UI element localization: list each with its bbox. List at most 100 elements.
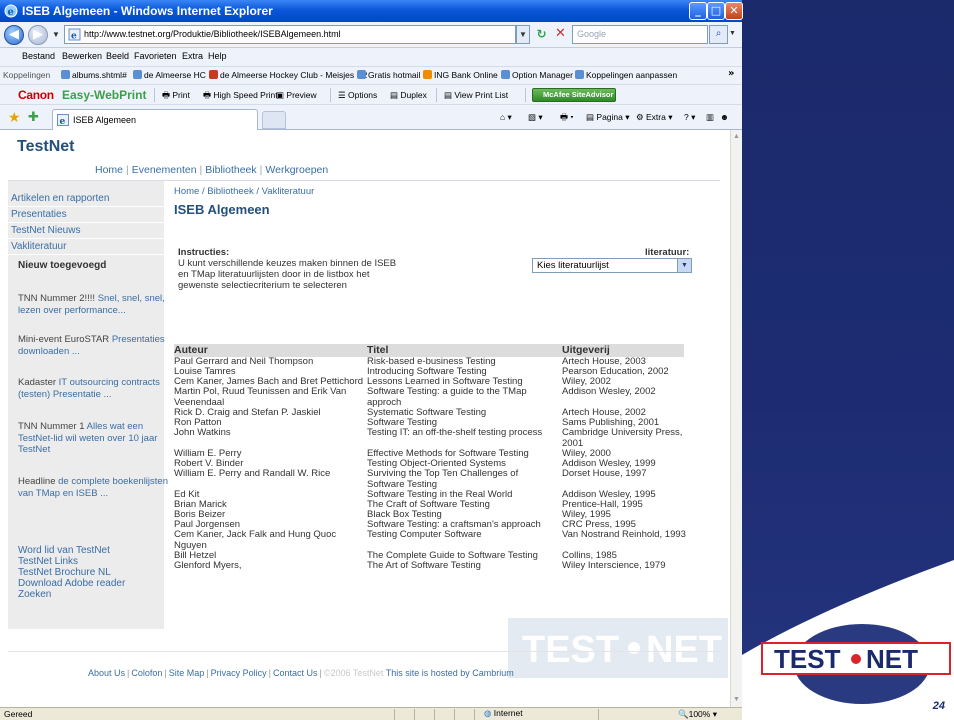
divider (154, 88, 155, 102)
print-button[interactable]: 🖶 Print (162, 90, 190, 104)
link-zoeken[interactable]: Zoeken (18, 589, 51, 600)
menu-bestand[interactable]: Bestand (22, 51, 55, 61)
menu-bewerken[interactable]: Bewerken (62, 51, 102, 61)
sidebar-item-artikelen[interactable]: Artikelen en rapporten (11, 193, 109, 204)
menu-beeld[interactable]: Beeld (106, 51, 129, 61)
link-almeerse-hc[interactable]: de Almeerse HC (133, 70, 206, 80)
button-label: View Print List (454, 90, 509, 100)
chevron-right-icon[interactable]: » (728, 68, 734, 79)
canon-logo: Canon (18, 88, 54, 102)
footer-contact[interactable]: Contact Us (273, 668, 318, 678)
link-word-lid[interactable]: Word lid van TestNet (18, 545, 110, 556)
sidebar-item-nieuws[interactable]: TestNet Nieuws (11, 225, 80, 236)
menu-extra[interactable]: Extra (182, 51, 203, 61)
search-input[interactable]: Google (572, 25, 708, 44)
navigation-bar: ◀ ▶ ▼ e http://www.testnet.org/Produktie… (0, 22, 742, 48)
link-ing[interactable]: ING Bank Online (423, 70, 498, 80)
tools-menu[interactable]: ⚙ Extra ▾ (636, 112, 672, 123)
ie-icon: e (4, 4, 18, 18)
footer: About Us | Colofon | Site Map | Privacy Policy… (88, 668, 514, 678)
news-item: Kadaster IT outsourcing contracts (teste… (18, 377, 168, 400)
zoom-level[interactable]: 🔍100% ▾ (678, 709, 717, 720)
title-bar[interactable]: e ISEB Algemeen - Windows Internet Explo… (0, 0, 743, 22)
stop-icon[interactable]: ✕ (552, 26, 569, 43)
print-icon[interactable]: 🖶 ▾ (560, 112, 574, 126)
link-koppelingen-aanpassen[interactable]: Koppelingen aanpassen (575, 70, 677, 80)
easy-webprint-menu[interactable]: Easy-WebPrint (62, 88, 146, 102)
nav-evenementen[interactable]: Evenementen (132, 164, 197, 176)
high-speed-print-button[interactable]: 🖶 High Speed Print (203, 90, 278, 104)
address-dropdown-icon[interactable]: ▼ (516, 25, 530, 44)
view-print-list-button[interactable]: ▤ View Print List (444, 90, 508, 101)
divider (394, 709, 395, 720)
forward-button[interactable]: ▶ (28, 25, 48, 45)
duplex-button[interactable]: ▤ Duplex (390, 90, 427, 101)
mcafee-siteadvisor-button[interactable]: McAfee SiteAdvisor (532, 88, 616, 102)
cell-publisher: Cambridge University Press, 2001 (562, 427, 683, 449)
link-hotmail[interactable]: Gratis hotmail (357, 70, 420, 80)
research-icon[interactable]: ▥ (706, 112, 714, 123)
chevron-down-icon[interactable]: ▼ (677, 259, 691, 272)
refresh-icon[interactable]: ↻ (533, 26, 550, 43)
close-button[interactable]: ✕ (725, 2, 743, 20)
menu-favorieten[interactable]: Favorieten (134, 51, 177, 61)
cell-author: Martin Pol, Ruud Teunissen and Erik Van … (174, 386, 347, 408)
page-menu[interactable]: ▤ Pagina ▾ (586, 112, 630, 123)
link-almeerse-meisjes[interactable]: de Almeerse Hockey Club - Meisjes C2 (209, 70, 367, 80)
breadcrumb[interactable]: Home / Bibliotheek / Vakliteratuur (174, 186, 314, 197)
back-button[interactable]: ◀ (4, 25, 24, 45)
tab-label: ISEB Algemeen (73, 115, 137, 125)
menu-help[interactable]: Help (208, 51, 227, 61)
link-label: ING Bank Online (434, 70, 498, 80)
messenger-icon[interactable]: ☻ (720, 112, 729, 122)
favorites-star-icon[interactable]: ★ (8, 110, 21, 126)
security-zone[interactable]: ◍ Internet (484, 708, 523, 719)
scroll-down-icon[interactable]: ▼ (731, 693, 742, 707)
help-icon[interactable]: ? ▾ (684, 112, 695, 123)
svg-text:NET: NET (866, 644, 918, 674)
footer-hosted[interactable]: This site is hosted by Cambrium (386, 668, 514, 678)
feeds-icon[interactable]: ▧ ▾ (528, 112, 543, 123)
footer-copyright: ©2006 TestNet (323, 668, 384, 678)
nav-home[interactable]: Home (95, 164, 123, 176)
cell-title: Surviving the Top Ten Challenges of Soft… (367, 468, 519, 490)
scroll-up-icon[interactable]: ▲ (731, 130, 742, 144)
testnet-logo: TEST NET (761, 624, 951, 704)
cell-author: Glenford Myers, (174, 560, 242, 571)
cell-author: John Watkins (174, 427, 231, 438)
link-adobe-reader[interactable]: Download Adobe reader (18, 578, 125, 589)
link-label: de Almeerse Hockey Club - Meisjes C2 (220, 70, 368, 80)
options-button[interactable]: ☰ Options (338, 90, 377, 101)
status-bar: Gereed ◍ Internet 🔍100% ▾ (0, 707, 742, 720)
search-icon[interactable]: ⌕ (709, 25, 728, 44)
address-bar[interactable]: e http://www.testnet.org/Produktie/Bibli… (64, 25, 516, 44)
maximize-button[interactable]: □ (707, 2, 725, 20)
sidebar-item-presentaties[interactable]: Presentaties (11, 209, 67, 220)
search-options-icon[interactable]: ▼ (729, 25, 739, 44)
link-testnet-links[interactable]: TestNet Links (18, 556, 78, 567)
tab-iseb-algemeen[interactable]: e ISEB Algemeen (52, 109, 258, 131)
nav-werkgroepen[interactable]: Werkgroepen (265, 164, 328, 176)
link-albums[interactable]: albums.shtml# (61, 70, 127, 80)
footer-sitemap[interactable]: Site Map (169, 668, 205, 678)
minimize-button[interactable]: _ (689, 2, 707, 20)
add-favorite-icon[interactable]: ✚ (28, 110, 39, 125)
link-option-manager[interactable]: Option Manager (501, 70, 573, 80)
footer-privacy[interactable]: Privacy Policy (211, 668, 267, 678)
history-dropdown-icon[interactable]: ▼ (52, 30, 60, 39)
news-text: Kadaster (18, 377, 59, 388)
table-row: Glenford Myers, The Art of Software Testi… (174, 560, 684, 571)
vertical-scrollbar[interactable]: ▲ ▼ (730, 130, 742, 707)
link-brochure[interactable]: TestNet Brochure NL (18, 567, 111, 578)
link-label: albums.shtml# (72, 70, 127, 80)
nav-bibliotheek[interactable]: Bibliotheek (205, 164, 256, 176)
page-icon (61, 70, 70, 79)
sidebar-item-vakliteratuur[interactable]: Vakliteratuur (11, 241, 66, 252)
footer-about[interactable]: About Us (88, 668, 125, 678)
cell-title: Software Testing: a guide to the TMap ap… (367, 386, 527, 408)
new-tab-button[interactable] (262, 111, 286, 129)
home-icon[interactable]: ⌂ ▾ (500, 112, 512, 123)
preview-button[interactable]: ▣ Preview (276, 90, 317, 101)
footer-colofon[interactable]: Colofon (131, 668, 162, 678)
literature-select[interactable]: Kies literatuurlijst ▼ (532, 258, 692, 273)
